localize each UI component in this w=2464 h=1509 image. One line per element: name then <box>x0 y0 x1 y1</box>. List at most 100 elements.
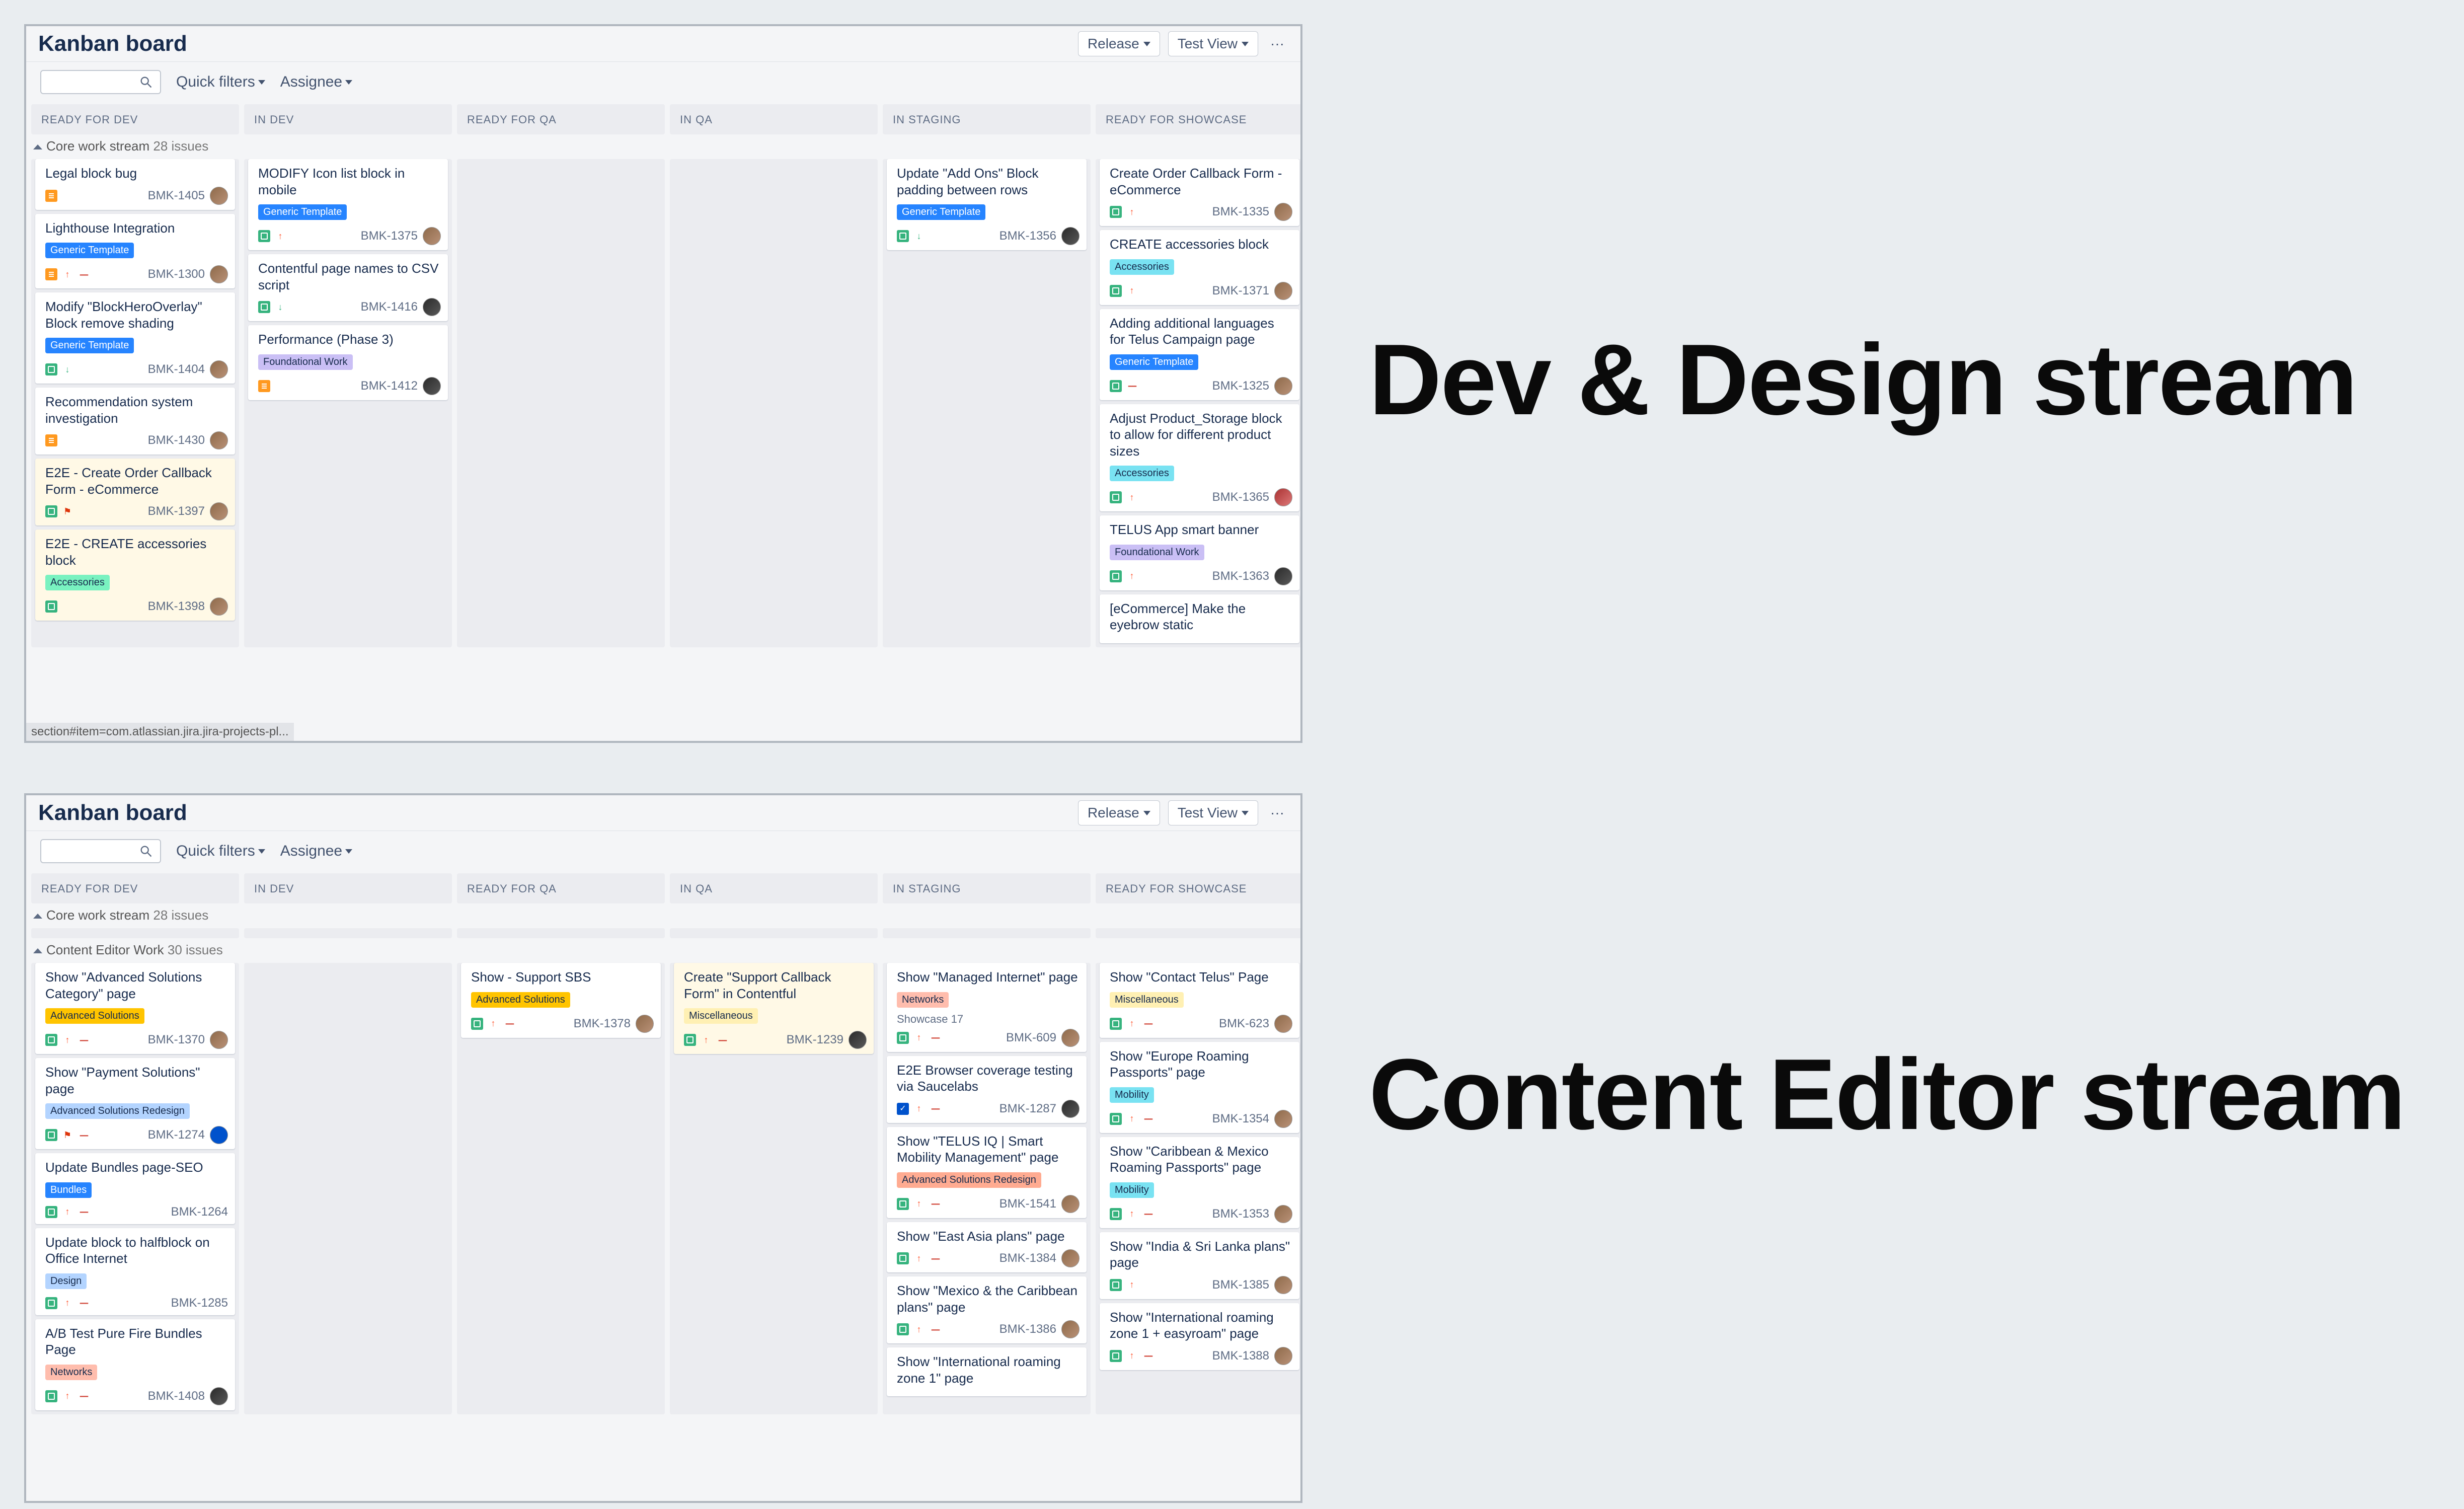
avatar[interactable] <box>1274 203 1292 221</box>
kanban-card[interactable]: Update block to halfblock on Office Inte… <box>35 1228 235 1315</box>
kanban-column[interactable] <box>670 159 878 647</box>
avatar[interactable] <box>1061 1100 1080 1118</box>
avatar[interactable] <box>1274 1276 1292 1294</box>
issue-key[interactable]: BMK-1404 <box>148 362 205 376</box>
avatar[interactable] <box>210 502 228 520</box>
avatar[interactable] <box>636 1015 654 1033</box>
kanban-card[interactable]: Show "Payment Solutions" pageAdvanced So… <box>35 1058 235 1149</box>
issue-key[interactable]: BMK-1375 <box>361 229 418 243</box>
kanban-column[interactable]: Legal block bug BMK-1405 Lighthouse Inte… <box>31 159 239 647</box>
avatar[interactable] <box>210 1031 228 1049</box>
kanban-card[interactable]: A/B Test Pure Fire Bundles PageNetworks … <box>35 1319 235 1410</box>
quick-filters-dropdown[interactable]: Quick filters <box>176 73 265 91</box>
kanban-card[interactable]: Adjust Product_Storage block to allow fo… <box>1100 404 1299 512</box>
kanban-card[interactable]: Show "India & Sri Lanka plans" page BMK-… <box>1100 1232 1299 1299</box>
kanban-column[interactable]: Show "Contact Telus" PageMiscellaneous B… <box>1096 963 1302 1414</box>
more-button[interactable]: ··· <box>1266 34 1288 54</box>
kanban-card[interactable]: E2E - Create Order Callback Form - eComm… <box>35 459 235 525</box>
issue-key[interactable]: BMK-1335 <box>1212 205 1269 219</box>
avatar[interactable] <box>423 227 441 245</box>
issue-key[interactable]: BMK-1405 <box>148 189 205 203</box>
kanban-card[interactable]: Update Bundles page-SEOBundles BMK-1264 <box>35 1153 235 1224</box>
issue-key[interactable]: BMK-1412 <box>361 379 418 393</box>
kanban-card[interactable]: E2E - CREATE accessories blockAccessorie… <box>35 530 235 621</box>
issue-key[interactable]: BMK-1274 <box>148 1128 205 1142</box>
avatar[interactable] <box>1274 282 1292 300</box>
test-view-button[interactable]: Test View <box>1168 31 1258 56</box>
issue-key[interactable]: BMK-1398 <box>148 599 205 614</box>
issue-key[interactable]: BMK-1397 <box>148 504 205 518</box>
kanban-card[interactable]: Show "Advanced Solutions Category" pageA… <box>35 963 235 1054</box>
avatar[interactable] <box>210 360 228 379</box>
search-input[interactable] <box>40 70 161 94</box>
avatar[interactable] <box>210 1126 228 1144</box>
issue-key[interactable]: BMK-1384 <box>999 1251 1056 1265</box>
avatar[interactable] <box>1274 377 1292 395</box>
kanban-card[interactable]: Show "Europe Roaming Passports" pageMobi… <box>1100 1042 1299 1133</box>
issue-key[interactable]: BMK-1408 <box>148 1389 205 1403</box>
kanban-card[interactable]: Show - Support SBSAdvanced Solutions BMK… <box>461 963 661 1038</box>
kanban-column[interactable]: Update "Add Ons" Block padding between r… <box>883 159 1091 647</box>
kanban-column[interactable]: Show "Advanced Solutions Category" pageA… <box>31 963 239 1414</box>
kanban-card[interactable]: CREATE accessories blockAccessories BMK-… <box>1100 230 1299 305</box>
kanban-card[interactable]: [eCommerce] Make the eyebrow static <box>1100 594 1299 643</box>
kanban-card[interactable]: Show "Caribbean & Mexico Roaming Passpor… <box>1100 1137 1299 1228</box>
issue-key[interactable]: BMK-1541 <box>999 1197 1056 1211</box>
kanban-card[interactable]: Modify "BlockHeroOverlay" Block remove s… <box>35 292 235 384</box>
avatar[interactable] <box>210 1387 228 1405</box>
avatar[interactable] <box>210 431 228 449</box>
kanban-column[interactable]: Show - Support SBSAdvanced Solutions BMK… <box>457 963 665 1414</box>
kanban-card[interactable]: Show "TELUS IQ | Smart Mobility Manageme… <box>887 1127 1087 1218</box>
issue-key[interactable]: BMK-1325 <box>1212 379 1269 393</box>
avatar[interactable] <box>1061 1195 1080 1213</box>
issue-key[interactable]: BMK-1356 <box>999 229 1056 243</box>
issue-key[interactable]: BMK-1416 <box>361 300 418 314</box>
kanban-card[interactable]: TELUS App smart bannerFoundational Work … <box>1100 515 1299 590</box>
kanban-column[interactable] <box>244 963 452 1414</box>
kanban-card[interactable]: Performance (Phase 3)Foundational Work B… <box>248 325 448 400</box>
issue-key[interactable]: BMK-1385 <box>1212 1278 1269 1292</box>
issue-key[interactable]: BMK-1354 <box>1212 1112 1269 1126</box>
avatar[interactable] <box>1274 567 1292 585</box>
avatar[interactable] <box>1274 1110 1292 1128</box>
avatar[interactable] <box>210 187 228 205</box>
avatar[interactable] <box>1061 1249 1080 1267</box>
swimlane-header[interactable]: Core work stream 28 issues <box>26 903 1300 928</box>
quick-filters-dropdown[interactable]: Quick filters <box>176 843 265 860</box>
kanban-card[interactable]: Show "Contact Telus" PageMiscellaneous B… <box>1100 963 1299 1038</box>
swimlane-header[interactable]: Core work stream 28 issues <box>26 134 1300 159</box>
avatar[interactable] <box>1274 1015 1292 1033</box>
avatar[interactable] <box>1274 1347 1292 1365</box>
test-view-button[interactable]: Test View <box>1168 800 1258 825</box>
kanban-column[interactable]: MODIFY Icon list block in mobileGeneric … <box>244 159 452 647</box>
issue-key[interactable]: BMK-1386 <box>999 1322 1056 1336</box>
kanban-card[interactable]: Show "International roaming zone 1" page <box>887 1347 1087 1396</box>
avatar[interactable] <box>210 597 228 616</box>
avatar[interactable] <box>1061 1320 1080 1338</box>
issue-key[interactable]: BMK-1285 <box>171 1296 228 1310</box>
issue-key[interactable]: BMK-1300 <box>148 267 205 281</box>
search-input[interactable] <box>40 839 161 863</box>
kanban-card[interactable]: Show "East Asia plans" page BMK-1384 <box>887 1222 1087 1273</box>
kanban-card[interactable]: Recommendation system investigation BMK-… <box>35 388 235 455</box>
kanban-card[interactable]: Show "Managed Internet" pageNetworksShow… <box>887 963 1087 1052</box>
kanban-card[interactable]: Legal block bug BMK-1405 <box>35 159 235 210</box>
avatar[interactable] <box>1274 488 1292 506</box>
avatar[interactable] <box>1274 1205 1292 1223</box>
kanban-card[interactable]: Adding additional languages for Telus Ca… <box>1100 309 1299 400</box>
avatar[interactable] <box>1061 1029 1080 1047</box>
issue-key[interactable]: BMK-623 <box>1219 1017 1269 1031</box>
avatar[interactable] <box>849 1031 867 1049</box>
avatar[interactable] <box>423 298 441 316</box>
kanban-card[interactable]: MODIFY Icon list block in mobileGeneric … <box>248 159 448 250</box>
avatar[interactable] <box>423 377 441 395</box>
kanban-card[interactable]: Lighthouse IntegrationGeneric Template B… <box>35 214 235 289</box>
kanban-column[interactable]: Create Order Callback Form - eCommerce B… <box>1096 159 1302 647</box>
avatar[interactable] <box>210 265 228 283</box>
kanban-column[interactable] <box>457 159 665 647</box>
assignee-dropdown[interactable]: Assignee <box>280 73 352 91</box>
issue-key[interactable]: BMK-1371 <box>1212 284 1269 298</box>
issue-key[interactable]: BMK-1365 <box>1212 490 1269 504</box>
kanban-card[interactable]: Create "Support Callback Form" in Conten… <box>674 963 874 1054</box>
issue-key[interactable]: BMK-1239 <box>787 1033 843 1047</box>
